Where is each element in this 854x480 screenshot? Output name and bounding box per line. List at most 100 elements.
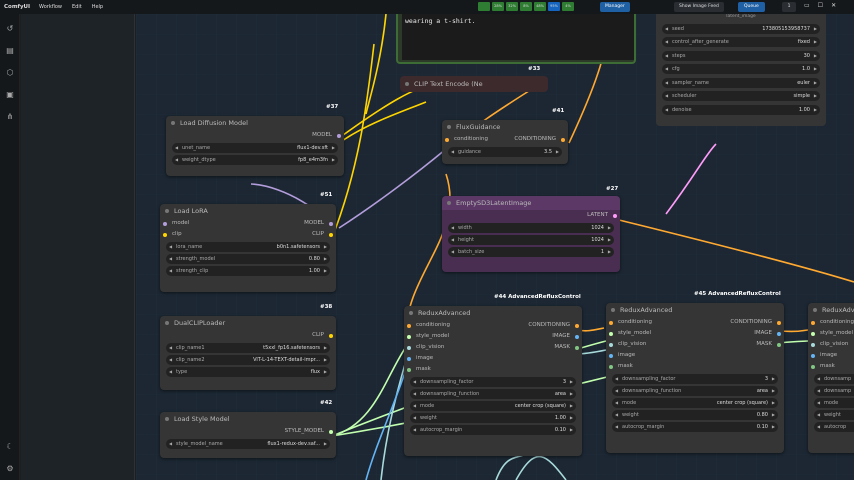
conditioning-input-dot[interactable] [609, 320, 613, 325]
theme-icon[interactable]: ☾ [5, 442, 15, 452]
conditioning-output-dot[interactable] [561, 137, 565, 142]
image-icon[interactable]: ▣ [5, 90, 15, 100]
ksampler-widget-cfg[interactable]: ◀ cfg 1.0 ▶ [662, 64, 820, 74]
clip-text-encode-node[interactable]: CLIP Text Encode (Ne [400, 76, 548, 92]
ksampler-widget-scheduler[interactable]: ◀ scheduler simple ▶ [662, 91, 820, 101]
settings-icon[interactable]: ⚙ [5, 464, 15, 474]
decrement-icon[interactable]: ◀ [615, 422, 618, 432]
style-model-input-dot[interactable] [811, 331, 815, 336]
clip-vision-input-dot[interactable] [811, 342, 815, 347]
clip-name2-widget[interactable]: ◀ clip_name2 ViT-L-14-TEXT-detail-impr... ▶ [166, 355, 330, 365]
ksampler-node[interactable]: latent_image ◀ seed 173805153958737 ▶ ◀ contr… [656, 14, 826, 126]
height-widget[interactable]: ◀ height 1024 ▶ [448, 235, 614, 245]
decrement-icon[interactable]: ◀ [615, 374, 618, 384]
redux3-widget[interactable]: ◀ autocrop [814, 422, 854, 432]
decrement-icon[interactable]: ◀ [817, 422, 820, 432]
ksampler-widget-seed[interactable]: ◀ seed 173805153958737 ▶ [662, 23, 820, 34]
lora-model-output-dot[interactable] [329, 221, 333, 226]
dual-clip-output-dot[interactable] [329, 333, 333, 338]
redux-advanced-node-2[interactable]: ReduxAdvanced conditioning CONDITIONING st… [606, 303, 784, 453]
history-icon[interactable]: ↺ [5, 24, 15, 34]
image-input-dot[interactable] [811, 353, 815, 358]
redux1-widget-downsampling-function[interactable]: ◀ downsampling_function area ▶ [410, 389, 576, 399]
style-model-name-widget[interactable]: ◀ style_model_name flux1-redux-dev.saf... ▶ [166, 439, 330, 449]
decrement-icon[interactable]: ◀ [615, 410, 618, 420]
increment-icon[interactable]: ▶ [772, 398, 775, 408]
maximize-icon[interactable]: ☐ [818, 2, 823, 9]
empty-latent-node[interactable]: EmptySD3LatentImage LATENT ◀ width 1024 ▶ ◀… [442, 196, 620, 272]
output-dot[interactable] [575, 323, 579, 328]
output-dot[interactable] [777, 320, 781, 325]
queue-icon[interactable]: ▤ [5, 46, 15, 56]
output-dot[interactable] [575, 345, 579, 350]
increment-icon[interactable]: ▶ [814, 24, 817, 34]
redux3-widget[interactable]: ◀ weight [814, 410, 854, 420]
decrement-icon[interactable]: ◀ [817, 398, 820, 408]
image-input-dot[interactable] [407, 356, 411, 361]
decrement-icon[interactable]: ◀ [413, 377, 416, 387]
minimize-icon[interactable]: ▭ [804, 2, 810, 9]
unet-name-widget[interactable]: ◀ unet_name flux1-dev.sft ▶ [172, 143, 338, 153]
decrement-icon[interactable]: ◀ [817, 386, 820, 396]
decrement-icon[interactable]: ◀ [413, 425, 416, 435]
model-output-dot[interactable] [337, 133, 341, 138]
ksampler-widget-steps[interactable]: ◀ steps 30 ▶ [662, 50, 820, 61]
close-icon[interactable]: ✕ [831, 2, 836, 9]
redux-advanced-node-1[interactable]: ReduxAdvanced conditioning CONDITIONING st… [404, 306, 582, 456]
style-model-input-dot[interactable] [609, 331, 613, 336]
ksampler-widget-sampler-name[interactable]: ◀ sampler_name euler ▶ [662, 77, 820, 88]
batch-size-widget[interactable]: ◀ batch_size 1 ▶ [448, 247, 614, 257]
ksampler-widget-control-after-generate[interactable]: ◀ control_after_generate fixed ▶ [662, 37, 820, 47]
redux-advanced-node-3[interactable]: ReduxAdv conditioning style_model clip_vis… [808, 303, 854, 453]
width-widget[interactable]: ◀ width 1024 ▶ [448, 223, 614, 233]
redux2-widget-autocrop-margin[interactable]: ◀ autocrop_margin 0.10 ▶ [612, 422, 778, 432]
redux2-widget-downsampling-factor[interactable]: ◀ downsampling_factor 3 ▶ [612, 374, 778, 384]
menu-help[interactable]: Help [87, 4, 108, 10]
menu-workflow[interactable]: Workflow [34, 4, 67, 10]
mask-input-dot[interactable] [609, 364, 613, 369]
node-canvas[interactable]: wearing a t-shirt. #33 CLIP Text Encode … [136, 14, 854, 480]
dual-clip-node[interactable]: DualCLIPLoader CLIP ◀ clip_name1 t5xxl_fp1… [160, 316, 336, 390]
clip-input-dot[interactable] [163, 232, 167, 237]
increment-icon[interactable]: ▶ [570, 389, 573, 399]
redux3-widget[interactable]: ◀ mode [814, 398, 854, 408]
load-lora-node[interactable]: Load LoRA model MODEL clip CLIP ◀ lora_name… [160, 204, 336, 292]
redux3-widget[interactable]: ◀ downsamp [814, 386, 854, 396]
decrement-icon[interactable]: ◀ [413, 389, 416, 399]
latent-output-dot[interactable] [613, 213, 617, 218]
redux1-widget-downsampling-factor[interactable]: ◀ downsampling_factor 3 ▶ [410, 377, 576, 387]
increment-icon[interactable]: ▶ [772, 410, 775, 420]
increment-icon[interactable]: ▶ [814, 51, 817, 61]
output-dot[interactable] [777, 331, 781, 336]
increment-icon[interactable]: ▶ [772, 374, 775, 384]
redux1-widget-weight[interactable]: ◀ weight 1.00 ▶ [410, 413, 576, 423]
increment-icon[interactable]: ▶ [814, 78, 817, 88]
redux1-widget-mode[interactable]: ◀ mode center crop (square) ▶ [410, 401, 576, 411]
conditioning-input-dot[interactable] [445, 137, 449, 142]
decrement-icon[interactable]: ◀ [817, 374, 820, 384]
box-icon[interactable]: ⬡ [5, 68, 15, 78]
nodes-icon[interactable]: ⋔ [5, 112, 15, 122]
decrement-icon[interactable]: ◀ [665, 64, 668, 74]
conditioning-input-dot[interactable] [407, 323, 411, 328]
decrement-icon[interactable]: ◀ [665, 78, 668, 88]
redux2-widget-mode[interactable]: ◀ mode center crop (square) ▶ [612, 398, 778, 408]
conditioning-input-dot[interactable] [811, 320, 815, 325]
clip-type-widget[interactable]: ◀ type flux ▶ [166, 367, 330, 377]
decrement-icon[interactable]: ◀ [413, 413, 416, 423]
style-model-input-dot[interactable] [407, 334, 411, 339]
output-dot[interactable] [777, 342, 781, 347]
mask-input-dot[interactable] [407, 367, 411, 372]
redux2-widget-downsampling-function[interactable]: ◀ downsampling_function area ▶ [612, 386, 778, 396]
lora-name-widget[interactable]: ◀ lora_name b0n1.safetensors ▶ [166, 242, 330, 252]
menu-edit[interactable]: Edit [67, 4, 87, 10]
decrement-icon[interactable]: ◀ [413, 401, 416, 411]
manager-button[interactable]: Manager [600, 2, 630, 12]
decrement-icon[interactable]: ◀ [665, 105, 668, 115]
increment-icon[interactable]: ▶ [570, 377, 573, 387]
increment-icon[interactable]: ▶ [814, 64, 817, 74]
strength-model-widget[interactable]: ◀ strength_model 0.80 ▶ [166, 254, 330, 264]
decrement-icon[interactable]: ◀ [615, 398, 618, 408]
weight-dtype-widget[interactable]: ◀ weight_dtype fp8_e4m3fn ▶ [172, 155, 338, 165]
prompt-node[interactable]: wearing a t-shirt. [396, 14, 636, 64]
